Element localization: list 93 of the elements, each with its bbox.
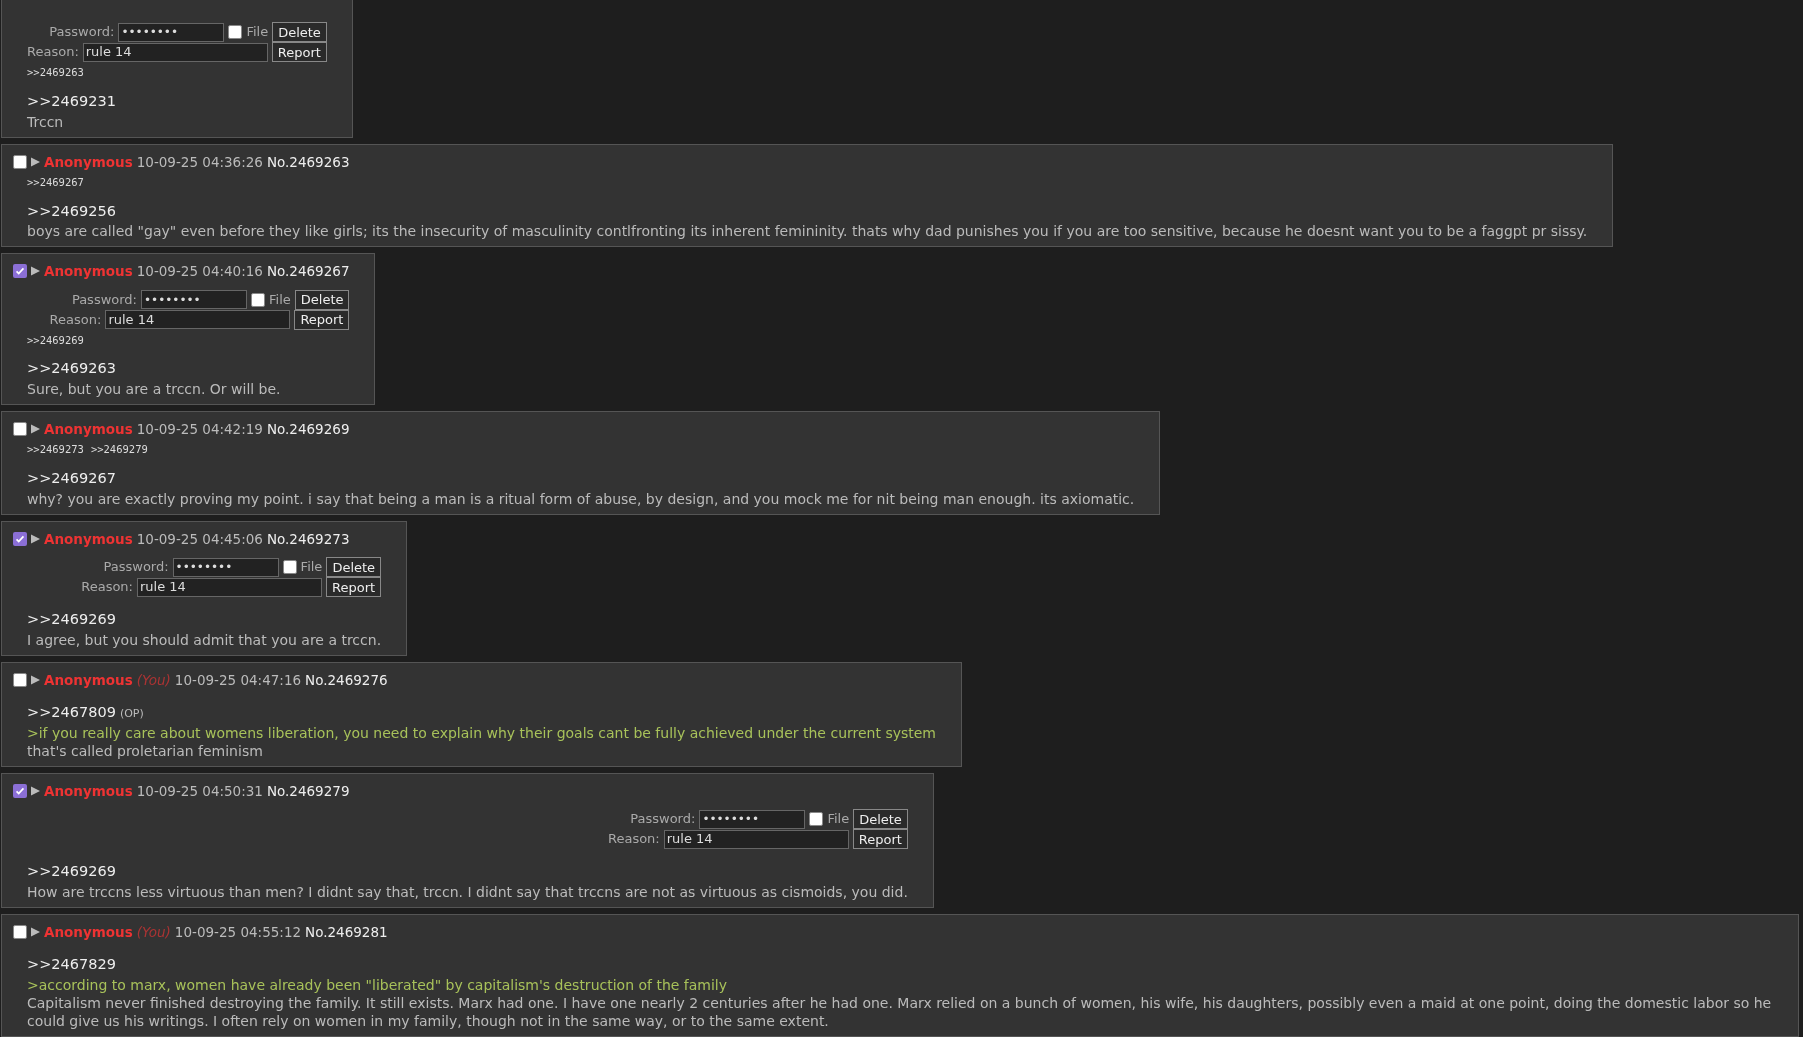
password-label: Password: bbox=[49, 23, 115, 42]
poster-name: Anonymous bbox=[44, 262, 133, 282]
post-date: 10-09-25 04:50:31 bbox=[136, 781, 263, 801]
reason-label: Reason: bbox=[27, 43, 79, 62]
reply-link[interactable]: >>2469267 bbox=[27, 468, 116, 490]
post-number[interactable]: No.2469269 bbox=[266, 419, 350, 440]
reply-link[interactable]: >>2467829 bbox=[27, 954, 116, 976]
post-text: Capitalism never finished destroying the family. It still exists. Marx had one. I have one nearly 2 centuries after he had one. Marx relied on a bunch of women, his wife, his daughters, possibly even a maid at one point, doing the domestic labor so he could give us his writings. I often rely on women in my family, though not in the same way, or to the same extent. bbox=[27, 993, 1773, 1030]
reply-link[interactable]: >>2469269 bbox=[27, 609, 116, 631]
password-field[interactable]: •••••••• bbox=[172, 557, 279, 577]
reply-link[interactable]: >>2469231 bbox=[27, 90, 116, 113]
post-text: that's called proletarian feminism bbox=[27, 741, 264, 760]
expand-arrow-icon[interactable] bbox=[31, 674, 40, 685]
expand-arrow-icon[interactable] bbox=[31, 533, 40, 544]
post-number[interactable]: No.2469273 bbox=[266, 528, 350, 549]
reason-field[interactable]: rule 14 bbox=[105, 310, 291, 329]
post-text: Sure, but you are a trccn. Or will be. bbox=[27, 380, 282, 398]
quote-text: >according to marx, women have already been "liberated" by capitalism's destruction of the family bbox=[27, 975, 729, 994]
poster-name: Anonymous bbox=[44, 670, 133, 690]
post-checkbox[interactable] bbox=[13, 672, 27, 687]
post-text: How are trccns less virtuous than men? I didnt say that, trccn. I didnt say that trccns are not as virtuous as cismoids, you did. bbox=[27, 882, 908, 901]
file-checkbox[interactable] bbox=[809, 812, 824, 826]
post-number[interactable]: No.2469263 bbox=[266, 151, 350, 172]
backlink[interactable]: >>2469269 bbox=[27, 332, 84, 349]
expand-arrow-icon[interactable] bbox=[31, 266, 40, 277]
poster-name: Anonymous bbox=[44, 420, 133, 439]
post-checkbox[interactable] bbox=[13, 924, 27, 939]
reason-field[interactable]: rule 14 bbox=[137, 577, 322, 597]
post-checkbox[interactable] bbox=[13, 264, 27, 279]
file-checkbox[interactable] bbox=[282, 560, 297, 574]
poster-name: Anonymous bbox=[44, 529, 133, 549]
file-label: File bbox=[300, 558, 323, 577]
post-number[interactable]: No.2469281 bbox=[305, 921, 388, 942]
post-text: I agree, but you should admit that you are a trccn. bbox=[27, 630, 382, 649]
post-date: 10-09-25 04:40:16 bbox=[136, 262, 263, 282]
reply-link[interactable]: >>2469256 bbox=[27, 200, 116, 223]
reason-label: Reason: bbox=[81, 578, 133, 597]
password-field[interactable]: •••••••• bbox=[141, 290, 247, 309]
reason-field[interactable]: rule 14 bbox=[82, 42, 268, 62]
you-marker: (You) bbox=[136, 670, 171, 690]
report-button[interactable]: Report bbox=[852, 829, 908, 849]
report-button[interactable]: Report bbox=[294, 309, 350, 330]
op-marker: (OP) bbox=[119, 706, 144, 722]
post-checkbox[interactable] bbox=[13, 154, 27, 169]
post-date: 10-09-25 04:36:26 bbox=[136, 152, 263, 172]
report-button[interactable]: Report bbox=[326, 577, 382, 597]
expand-arrow-icon[interactable] bbox=[31, 424, 40, 435]
file-checkbox[interactable] bbox=[228, 25, 243, 39]
password-label: Password: bbox=[71, 290, 137, 309]
delete-button[interactable]: Delete bbox=[326, 557, 382, 577]
post-checkbox[interactable] bbox=[13, 422, 27, 437]
delete-button[interactable]: Delete bbox=[272, 22, 327, 42]
file-checkbox[interactable] bbox=[251, 292, 265, 307]
backlink[interactable]: >>2469273 bbox=[27, 442, 84, 458]
backlink[interactable]: >>2469263 bbox=[27, 65, 84, 81]
reply-link[interactable]: >>2469263 bbox=[27, 358, 116, 380]
reason-label: Reason: bbox=[608, 830, 660, 849]
post-text: boys are called "gay" even before they like girls; its the insecurity of masculinity contlfronting its inherent femininity. thats why dad punishes you if you are too sensitive, because he doesnt want you to be a faggpt pr sissy. bbox=[27, 222, 1588, 241]
file-label: File bbox=[269, 290, 291, 309]
post-date: 10-09-25 04:47:16 bbox=[174, 670, 302, 690]
post-number[interactable]: No.2469267 bbox=[266, 261, 350, 282]
password-field[interactable]: •••••••• bbox=[118, 22, 225, 42]
post-text: why? you are exactly proving my point. i say that being a man is a ritual form of abuse, by design, and you mock me for nit being man enough. its axiomatic. bbox=[27, 489, 1135, 508]
post-date: 10-09-25 04:42:19 bbox=[136, 420, 263, 439]
expand-arrow-icon[interactable] bbox=[31, 785, 40, 796]
file-label: File bbox=[246, 23, 269, 42]
post-checkbox[interactable] bbox=[13, 783, 27, 798]
post-number[interactable]: No.2469279 bbox=[266, 780, 350, 801]
poster-name: Anonymous bbox=[44, 152, 133, 172]
poster-name: Anonymous bbox=[44, 781, 133, 801]
reply-link[interactable]: >>2467809 bbox=[27, 702, 116, 724]
post-date: 10-09-25 04:45:06 bbox=[136, 529, 263, 549]
password-field[interactable]: •••••••• bbox=[699, 809, 806, 829]
post-text: Trccn bbox=[27, 112, 65, 131]
delete-button[interactable]: Delete bbox=[853, 809, 908, 829]
you-marker: (You) bbox=[136, 922, 171, 942]
poster-name: Anonymous bbox=[44, 922, 133, 942]
post-date: 10-09-25 04:55:12 bbox=[174, 922, 302, 942]
password-label: Password: bbox=[630, 810, 696, 829]
quote-text: >if you really care about womens liberation, you need to explain why their goals cant be fully achieved under the current system bbox=[27, 723, 936, 742]
expand-arrow-icon[interactable] bbox=[31, 926, 40, 937]
backlink[interactable]: >>2469279 bbox=[90, 442, 148, 458]
reason-label: Reason: bbox=[49, 310, 102, 329]
delete-button[interactable]: Delete bbox=[294, 289, 350, 310]
file-label: File bbox=[827, 810, 850, 829]
reply-link[interactable]: >>2469269 bbox=[27, 861, 116, 883]
post-checkbox[interactable] bbox=[13, 531, 27, 546]
password-label: Password: bbox=[103, 558, 169, 577]
post-number[interactable]: No.2469276 bbox=[305, 669, 388, 690]
expand-arrow-icon[interactable] bbox=[31, 156, 40, 167]
reason-field[interactable]: rule 14 bbox=[663, 829, 849, 849]
backlink[interactable]: >>2469267 bbox=[27, 174, 84, 191]
report-button[interactable]: Report bbox=[271, 42, 327, 62]
